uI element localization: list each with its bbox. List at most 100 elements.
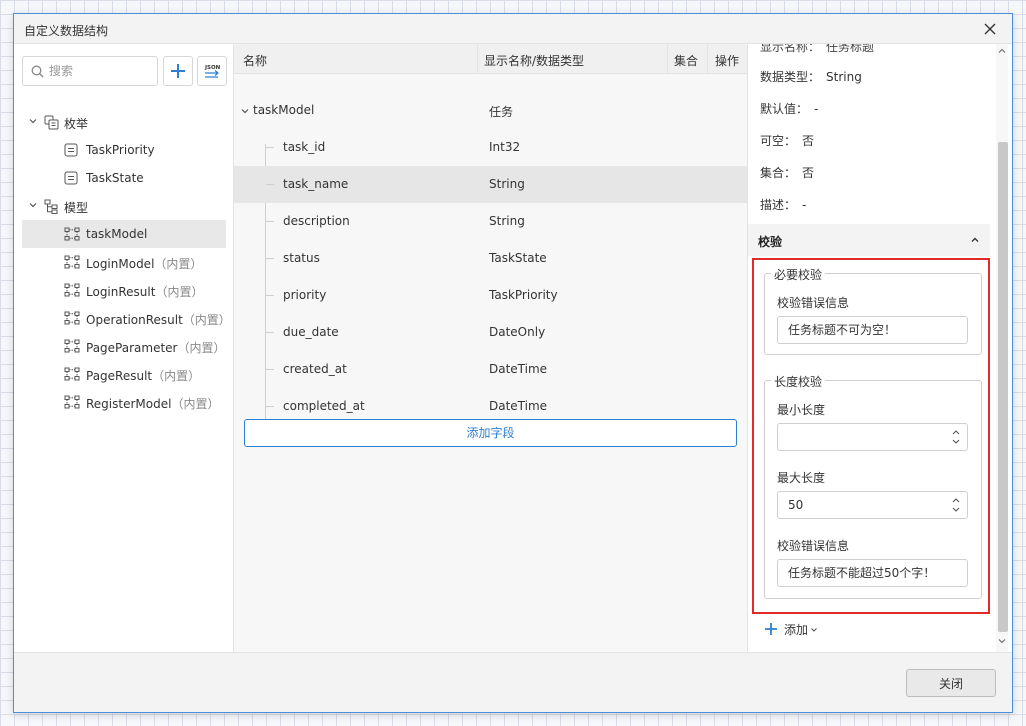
validation-highlight-box: 必要校验 校验错误信息 任务标题不可为空！ 长度校验 最小长度 最大长度 50: [752, 258, 990, 614]
scroll-up-icon[interactable]: [997, 46, 1007, 56]
field-name: task_name: [283, 177, 349, 191]
tree-guide-branch: [266, 221, 274, 222]
type-tree-panel: JSON 枚举 TaskPriority: [14, 44, 234, 652]
length-msg-input[interactable]: 任务标题不能超过50个字！: [777, 559, 968, 587]
field-name: completed_at: [283, 399, 365, 413]
search-box[interactable]: [22, 56, 158, 86]
add-type-button[interactable]: [163, 56, 193, 86]
column-header-name: 名称: [243, 54, 268, 68]
field-type: DateTime: [489, 362, 548, 376]
tree-group-enums[interactable]: 枚举: [22, 108, 226, 136]
chevron-up-icon[interactable]: [970, 235, 980, 245]
json-import-icon: JSON: [204, 65, 221, 78]
tree-guide-branch: [266, 332, 274, 333]
table-row[interactable]: task_id Int32: [234, 129, 747, 166]
field-name: status: [283, 251, 320, 265]
tree-guide-branch: [266, 406, 274, 407]
tree-item-label: TaskPriority: [86, 143, 155, 157]
table-row[interactable]: status TaskState: [234, 240, 747, 277]
column-divider[interactable]: [477, 44, 478, 74]
table-row[interactable]: due_date DateOnly: [234, 314, 747, 351]
min-length-stepper[interactable]: [777, 423, 968, 451]
validation-section-header[interactable]: 校验: [748, 224, 990, 256]
import-json-button[interactable]: JSON: [197, 56, 227, 86]
length-validation-title: 长度校验: [771, 373, 826, 390]
tree-item-model[interactable]: LoginModel（内置）: [22, 248, 226, 276]
column-divider[interactable]: [667, 44, 668, 74]
tree-item-label: LoginModel（内置）: [86, 257, 203, 271]
prop-collection: 集合：否: [760, 166, 815, 180]
model-icon: [64, 311, 80, 325]
tree-item-model[interactable]: LoginResult（内置）: [22, 276, 226, 304]
tree-item-enum[interactable]: TaskState: [22, 164, 226, 192]
tree-item-label: LoginResult（内置）: [86, 285, 204, 299]
table-header: 名称 显示名称/数据类型 集合 操作: [234, 44, 747, 74]
tree-guide-branch: [266, 147, 274, 148]
column-header-display-type: 显示名称/数据类型: [484, 54, 585, 68]
close-icon[interactable]: [978, 17, 1002, 41]
model-icon: [64, 283, 80, 297]
table-row-root[interactable]: taskModel 任务: [234, 92, 747, 129]
tree-item-label: taskModel: [86, 227, 148, 241]
tree-item-label: PageResult（内置）: [86, 369, 201, 383]
table-row[interactable]: task_name String: [234, 166, 747, 203]
close-button[interactable]: 关闭: [906, 669, 996, 697]
tree-group-label: 模型: [64, 201, 89, 215]
tree-item-model[interactable]: PageResult（内置）: [22, 360, 226, 388]
spinner-arrows-icon[interactable]: [951, 495, 961, 515]
required-validation-title: 必要校验: [771, 266, 826, 283]
scroll-down-icon[interactable]: [997, 636, 1007, 646]
table-row[interactable]: description String: [234, 203, 747, 240]
field-type: TaskPriority: [489, 288, 558, 302]
tree-item-enum[interactable]: TaskPriority: [22, 136, 226, 164]
chevron-down-icon[interactable]: [240, 106, 250, 116]
chevron-down-icon: [29, 119, 37, 124]
table-row[interactable]: created_at DateTime: [234, 351, 747, 388]
tree-item-model[interactable]: taskModel: [22, 220, 226, 248]
spinner-arrows-icon[interactable]: [951, 427, 961, 447]
dialog-footer: 关闭: [14, 652, 1012, 712]
field-type: String: [489, 214, 525, 228]
fields-table-panel: 名称 显示名称/数据类型 集合 操作 taskModel 任务 task_id …: [234, 44, 747, 652]
prop-description: 描述： -: [760, 198, 807, 212]
tree-item-label: PageParameter（内置）: [86, 341, 226, 355]
model-icon: [64, 367, 80, 381]
add-validation-label: 添加: [784, 623, 809, 637]
search-icon: [31, 65, 44, 78]
tree-item-model[interactable]: RegisterModel（内置）: [22, 388, 226, 416]
required-validation-group: 必要校验 校验错误信息 任务标题不可为空！: [764, 266, 982, 355]
required-msg-input[interactable]: 任务标题不可为空！: [777, 316, 968, 344]
column-divider[interactable]: [707, 44, 708, 74]
enum-icon: [64, 143, 78, 157]
length-msg-label: 校验错误信息: [777, 539, 850, 553]
model-group-icon: [44, 199, 58, 214]
field-type: DateOnly: [489, 325, 546, 339]
prop-nullable: 可空：否: [760, 134, 815, 148]
tree-item-label: RegisterModel（内置）: [86, 397, 220, 411]
model-icon: [64, 255, 80, 269]
tree-guide-branch: [266, 258, 274, 259]
min-length-label: 最小长度: [777, 403, 826, 417]
json-icon-text: JSON: [204, 65, 221, 71]
tree-group-models[interactable]: 模型: [22, 192, 226, 220]
properties-panel: 显示名称： 任务标题 数据类型： String 默认值： - 可空：否 集合：否 描述…: [747, 44, 1012, 652]
table-row[interactable]: priority TaskPriority: [234, 277, 747, 314]
search-input[interactable]: [49, 62, 149, 80]
prop-default-value: 默认值： -: [760, 102, 819, 116]
enum-group-icon: [44, 115, 59, 130]
prop-display-name: 显示名称： 任务标题: [760, 44, 875, 54]
tree-item-model[interactable]: PageParameter（内置）: [22, 332, 226, 360]
field-type: 任务: [489, 105, 514, 119]
plus-icon: [765, 623, 777, 635]
title-bar: 自定义数据结构: [14, 14, 1012, 44]
field-name: due_date: [283, 325, 339, 339]
field-name: created_at: [283, 362, 347, 376]
tree-item-model[interactable]: OperationResult（内置）: [22, 304, 231, 332]
scrollbar-thumb[interactable]: [998, 142, 1008, 632]
add-field-button[interactable]: 添加字段: [244, 419, 737, 447]
max-length-stepper[interactable]: 50: [777, 491, 968, 519]
model-icon: [64, 395, 80, 409]
custom-data-structure-dialog: 自定义数据结构 JSON: [13, 13, 1013, 713]
field-name: task_id: [283, 140, 326, 154]
column-header-collection: 集合: [674, 54, 699, 68]
